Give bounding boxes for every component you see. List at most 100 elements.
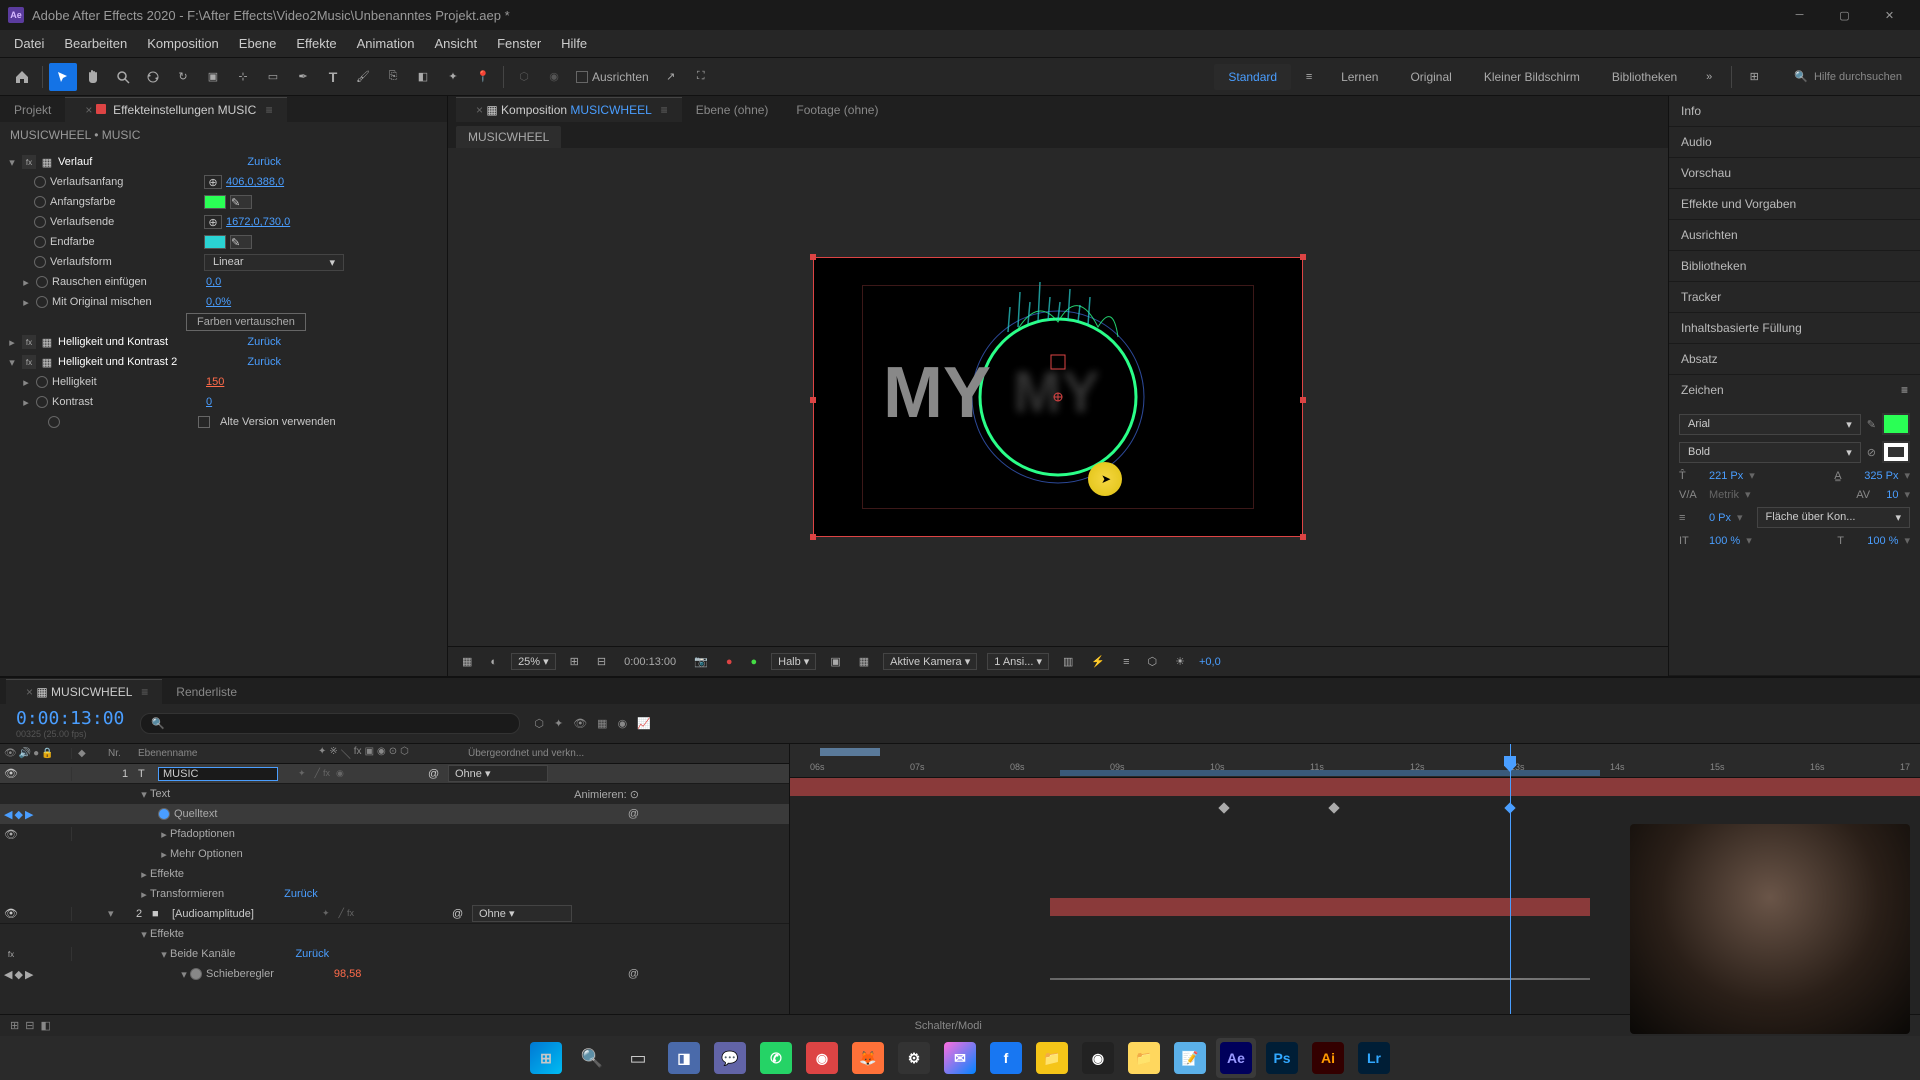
eyedropper-icon[interactable]: ✎: [230, 195, 252, 209]
vscale-value[interactable]: 100 %: [1709, 535, 1740, 547]
tab-ebene[interactable]: Ebene (ohne): [682, 98, 783, 122]
prop-value[interactable]: 150: [206, 376, 224, 388]
tracking-value[interactable]: 10: [1886, 489, 1898, 501]
flowchart-icon[interactable]: ⬡: [1144, 653, 1162, 670]
tab-renderliste[interactable]: Renderliste: [162, 680, 251, 704]
fx-switch[interactable]: ╱: [339, 908, 344, 919]
start-button[interactable]: ⊞: [526, 1038, 566, 1078]
snap-options-icon[interactable]: ↗: [657, 63, 685, 91]
taskbar-facebook[interactable]: f: [986, 1038, 1026, 1078]
stopwatch-icon[interactable]: [34, 216, 46, 228]
stroke-mode-dropdown[interactable]: Fläche über Kon...▾: [1757, 507, 1910, 528]
crosshair-icon[interactable]: ⊕: [204, 175, 222, 189]
prev-key-icon[interactable]: ◀: [4, 808, 12, 821]
current-timecode[interactable]: 0:00:13:00: [0, 708, 140, 729]
tab-projekt[interactable]: Projekt: [0, 98, 65, 122]
exposure-reset-icon[interactable]: ☀: [1171, 653, 1189, 670]
mb-switch[interactable]: ◉: [336, 768, 344, 779]
prop-value[interactable]: 0,0: [206, 276, 221, 288]
twirl-icon[interactable]: ▸: [6, 336, 18, 349]
font-family-dropdown[interactable]: Arial▾: [1679, 414, 1861, 435]
toggle-modes-icon[interactable]: ⊟: [25, 1019, 34, 1032]
next-key-icon[interactable]: ▶: [25, 968, 33, 981]
shy-icon[interactable]: 👁: [573, 717, 587, 730]
prop-row[interactable]: ◀◆▶ ▾ Schieberegler 98,58 @: [0, 964, 789, 984]
tab-effekteinstellungen[interactable]: × Effekteinstellungen MUSIC ≡: [65, 97, 286, 122]
panel-info[interactable]: Info: [1669, 96, 1920, 126]
prop-value[interactable]: 1672,0,730,0: [226, 216, 290, 228]
menu-komposition[interactable]: Komposition: [137, 32, 229, 55]
puppet-tool[interactable]: 📍: [469, 63, 497, 91]
workspace-lernen[interactable]: Lernen: [1327, 64, 1392, 90]
panel-menu-icon[interactable]: ≡: [266, 103, 273, 117]
twirl-icon[interactable]: ▾: [6, 156, 18, 169]
dropdown[interactable]: Linear▾: [204, 254, 344, 271]
stopwatch-icon[interactable]: [36, 396, 48, 408]
pickwhip-icon[interactable]: @: [628, 968, 789, 980]
overlap-icon[interactable]: ◉: [540, 63, 568, 91]
timecode-display[interactable]: 0:00:13:00: [620, 654, 680, 670]
stopwatch-icon[interactable]: [36, 276, 48, 288]
taskbar-chat[interactable]: 💬: [710, 1038, 750, 1078]
time-ruler[interactable]: 06s 07s 08s 09s 10s 11s 12s 13s 14s 15s …: [790, 744, 1920, 778]
draft3d-icon[interactable]: ✦: [554, 717, 563, 730]
taskbar-app[interactable]: ⚙: [894, 1038, 934, 1078]
menu-hilfe[interactable]: Hilfe: [551, 32, 597, 55]
panel-zeichen[interactable]: Zeichen ≡: [1669, 375, 1920, 405]
camera-tool[interactable]: ▣: [199, 63, 227, 91]
res-full-icon[interactable]: ⊞: [566, 653, 583, 670]
panel-absatz[interactable]: Absatz: [1669, 344, 1920, 374]
crosshair-icon[interactable]: ⊕: [204, 215, 222, 229]
keyframe-diamond[interactable]: [1218, 802, 1229, 813]
taskbar-search[interactable]: 🔍: [572, 1038, 612, 1078]
color-swatch[interactable]: [204, 235, 226, 249]
channel-icon[interactable]: ●: [746, 654, 761, 670]
taskbar-whatsapp[interactable]: ✆: [756, 1038, 796, 1078]
anchor-tool[interactable]: ⊹: [229, 63, 257, 91]
composition-viewport[interactable]: MY MY ➤: [448, 148, 1668, 646]
workspace-menu-icon[interactable]: ≡: [1295, 63, 1323, 91]
fx-badge-icon[interactable]: fx: [22, 355, 36, 369]
rotate-tool[interactable]: ↻: [169, 63, 197, 91]
menu-effekte[interactable]: Effekte: [286, 32, 346, 55]
prop-value[interactable]: 0: [206, 396, 212, 408]
fx-switch[interactable]: fx: [323, 768, 330, 779]
shy-switch[interactable]: ✦: [298, 768, 306, 779]
reset-link[interactable]: Zurück: [247, 156, 441, 168]
comp-breadcrumb[interactable]: MUSICWHEEL: [456, 126, 561, 148]
mesh-icon[interactable]: ⬡: [510, 63, 538, 91]
prop-row[interactable]: ▾TextAnimieren: ⊙: [0, 784, 789, 804]
panel-ausrichten[interactable]: Ausrichten: [1669, 220, 1920, 250]
taskbar-aftereffects[interactable]: Ae: [1216, 1038, 1256, 1078]
prop-row[interactable]: ▸TransformierenZurück: [0, 884, 789, 904]
leading-value[interactable]: 325 Px: [1864, 470, 1898, 482]
hscale-value[interactable]: 100 %: [1867, 535, 1898, 547]
taskbar-lightroom[interactable]: Lr: [1354, 1038, 1394, 1078]
twirl-icon[interactable]: ▸: [20, 276, 32, 289]
panel-effekte-vorgaben[interactable]: Effekte und Vorgaben: [1669, 189, 1920, 219]
resolution-dropdown[interactable]: Halb ▾: [771, 653, 816, 670]
prop-row[interactable]: ◀◆▶ Quelltext @: [0, 804, 789, 824]
workspace-kleiner[interactable]: Kleiner Bildschirm: [1470, 64, 1594, 90]
pen-tool[interactable]: ✒: [289, 63, 317, 91]
twirl-icon[interactable]: ▾: [108, 908, 114, 920]
prop-row[interactable]: ▸Effekte: [0, 864, 789, 884]
stopwatch-icon[interactable]: [158, 808, 170, 820]
twirl-icon[interactable]: ▸: [20, 296, 32, 309]
prev-key-icon[interactable]: ◀: [4, 968, 12, 981]
panel-audio[interactable]: Audio: [1669, 127, 1920, 157]
timeline-icon[interactable]: ≡: [1119, 654, 1133, 670]
fx-badge-icon[interactable]: fx: [22, 155, 36, 169]
twirl-icon[interactable]: ▸: [20, 376, 32, 389]
stopwatch-icon[interactable]: [36, 376, 48, 388]
mask-icon[interactable]: ◐: [486, 654, 501, 670]
effect-name[interactable]: Helligkeit und Kontrast 2: [58, 356, 177, 368]
stopwatch-icon[interactable]: [34, 176, 46, 188]
channel-icon[interactable]: ●: [722, 654, 737, 670]
workspace-bibliotheken[interactable]: Bibliotheken: [1598, 64, 1691, 90]
orbit-tool[interactable]: [139, 63, 167, 91]
roi-icon[interactable]: ▣: [826, 653, 844, 670]
menu-animation[interactable]: Animation: [347, 32, 425, 55]
stopwatch-icon[interactable]: [190, 968, 202, 980]
kerning-value[interactable]: Metrik: [1709, 489, 1739, 501]
